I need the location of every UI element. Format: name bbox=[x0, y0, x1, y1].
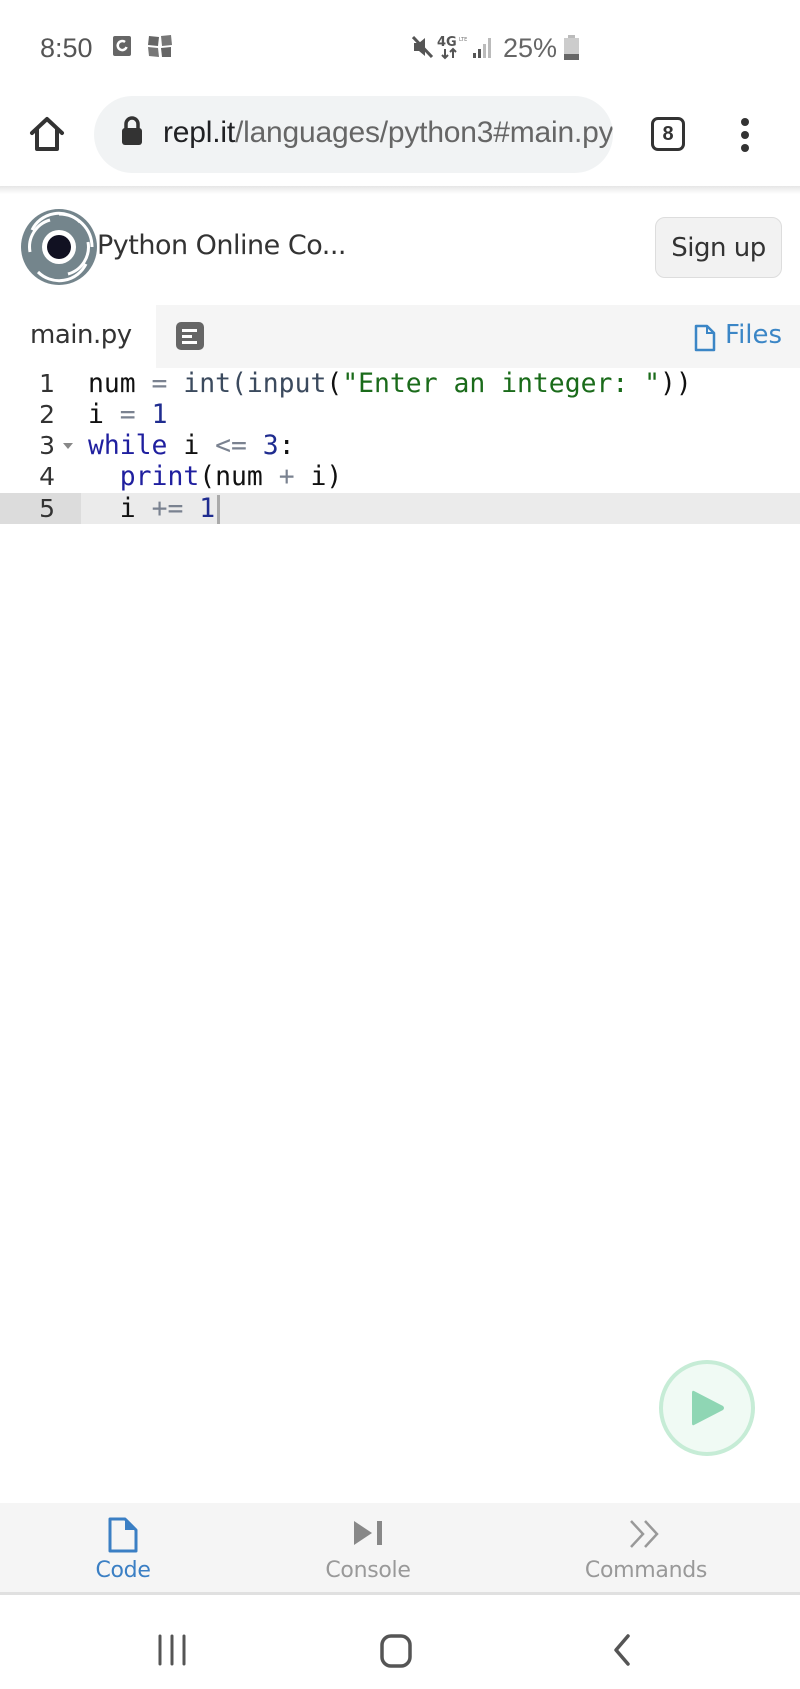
gallery-notification-icon bbox=[148, 35, 172, 57]
system-nav-bar bbox=[0, 1598, 800, 1689]
status-time: 8:50 bbox=[40, 33, 93, 63]
run-button[interactable] bbox=[659, 1360, 755, 1456]
gutter: 1 bbox=[0, 368, 81, 399]
line-number: 1 bbox=[39, 369, 55, 398]
line-number: 3 bbox=[39, 431, 55, 460]
file-icon bbox=[108, 1517, 138, 1553]
battery-icon bbox=[564, 35, 579, 60]
gutter: 2 bbox=[0, 399, 81, 430]
replit-logo[interactable] bbox=[20, 208, 98, 286]
code-text: print(num + i) bbox=[119, 461, 343, 492]
signal-icon bbox=[473, 38, 491, 58]
nav-commands[interactable]: Commands bbox=[576, 1503, 716, 1595]
home-icon[interactable] bbox=[28, 115, 66, 153]
fold-arrow-icon[interactable] bbox=[63, 443, 73, 449]
nav-label: Commands bbox=[584, 1558, 708, 1583]
code-line-active[interactable]: 5 i += 1 bbox=[0, 493, 800, 524]
home-nav-icon[interactable] bbox=[380, 1634, 412, 1668]
tab-main-py[interactable]: main.py bbox=[30, 320, 132, 350]
text-cursor bbox=[217, 495, 221, 524]
url-text: repl.it/languages/python3#main.py bbox=[163, 116, 613, 150]
notification-app-icon bbox=[113, 36, 131, 56]
app-title: Python Online Co... bbox=[97, 230, 347, 261]
mute-icon bbox=[412, 36, 434, 58]
code-line[interactable]: 1 num = int(input("Enter an integer: ")) bbox=[0, 368, 800, 399]
bottom-nav: Code Console Commands bbox=[0, 1503, 800, 1595]
code-text: i = 1 bbox=[88, 399, 168, 430]
files-label[interactable]: Files bbox=[725, 320, 782, 350]
console-icon bbox=[354, 1521, 382, 1545]
code-text: while i <= 3: bbox=[88, 430, 295, 461]
nav-code[interactable]: Code bbox=[63, 1503, 183, 1595]
code-text: i += 1 bbox=[88, 493, 221, 524]
file-icon bbox=[694, 324, 716, 352]
code-editor[interactable]: 1 num = int(input("Enter an integer: "))… bbox=[0, 368, 800, 1503]
sign-up-button[interactable]: Sign up bbox=[655, 217, 782, 278]
svg-text:LTE: LTE bbox=[459, 37, 467, 43]
format-code-icon[interactable] bbox=[176, 322, 204, 350]
4g-lte-icon: 4G LTE bbox=[437, 35, 467, 60]
gutter: 3 bbox=[0, 430, 81, 461]
tab-switcher-button[interactable]: 8 bbox=[651, 117, 685, 151]
url-bar[interactable]: repl.it/languages/python3#main.py bbox=[94, 96, 613, 173]
code-line[interactable]: 4 print(num + i) bbox=[0, 461, 800, 492]
nav-label: Console bbox=[325, 1558, 411, 1583]
back-icon[interactable] bbox=[611, 1634, 633, 1666]
more-menu-icon[interactable] bbox=[737, 117, 753, 153]
line-number: 5 bbox=[39, 494, 55, 523]
recent-apps-icon[interactable] bbox=[157, 1634, 187, 1666]
code-line[interactable]: 3 while i <= 3: bbox=[0, 430, 800, 461]
gutter: 4 bbox=[0, 461, 81, 492]
code-line[interactable]: 2 i = 1 bbox=[0, 399, 800, 430]
gutter: 5 bbox=[0, 493, 81, 524]
battery-percent: 25% bbox=[503, 33, 558, 63]
nav-label: Code bbox=[95, 1558, 151, 1583]
url-domain: repl.it bbox=[163, 116, 235, 149]
line-number: 4 bbox=[39, 462, 55, 491]
nav-console[interactable]: Console bbox=[308, 1503, 428, 1595]
lock-icon bbox=[122, 116, 142, 145]
svg-text:4G: 4G bbox=[437, 35, 457, 50]
play-icon bbox=[692, 1390, 724, 1426]
line-number: 2 bbox=[39, 400, 55, 429]
toolbar-divider bbox=[0, 186, 800, 194]
commands-icon bbox=[630, 1520, 659, 1548]
url-path: /languages/python3#main.py bbox=[234, 116, 613, 149]
code-text: num = int(input("Enter an integer: ")) bbox=[88, 368, 692, 399]
